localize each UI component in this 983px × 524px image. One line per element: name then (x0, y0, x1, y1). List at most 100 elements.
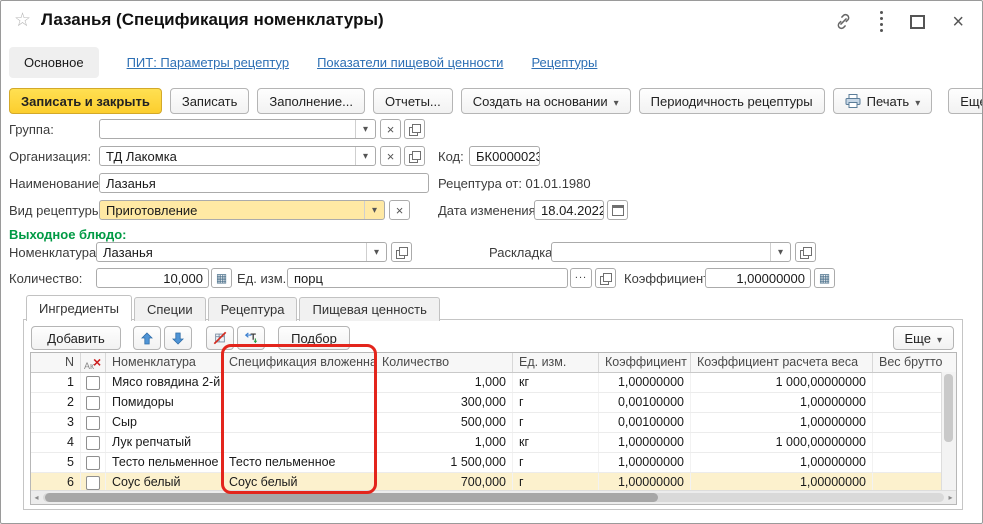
open-icon (396, 247, 407, 258)
unit-select-button[interactable] (570, 268, 592, 288)
dropdown-icon[interactable] (355, 147, 375, 165)
scroll-right-icon[interactable] (945, 491, 956, 504)
group-open-button[interactable] (404, 119, 425, 139)
tab-recipe[interactable]: Рецептура (208, 297, 298, 321)
header-spec[interactable]: Спецификация вложенная (223, 353, 376, 372)
table-row[interactable]: 2 Помидоры 300,000 г 0,00100000 1,000000… (31, 393, 956, 413)
recipe-kind-clear-button[interactable] (389, 200, 410, 220)
row-checkbox[interactable] (86, 456, 100, 470)
group-clear-button[interactable] (380, 119, 401, 139)
change-date-calendar-button[interactable] (607, 200, 628, 220)
toggle-spec-icon (213, 330, 227, 346)
save-button[interactable]: Записать (170, 88, 250, 114)
vertical-scrollbar[interactable] (941, 372, 956, 490)
unit-open-button[interactable] (595, 268, 616, 288)
tab-nutrition[interactable]: Пищевая ценность (299, 297, 439, 321)
pick-button[interactable]: Подбор (278, 326, 350, 350)
fill-button[interactable]: Заполнение... (257, 88, 365, 114)
header-weight-coefficient[interactable]: Коэффициент расчета веса (691, 353, 873, 372)
link-icon[interactable] (834, 12, 853, 31)
close-icon[interactable] (952, 14, 964, 30)
nomenclature-open-button[interactable] (391, 242, 412, 262)
nav-tab-main[interactable]: Основное (9, 47, 99, 78)
page-title: Лазанья (Спецификация номенклатуры) (41, 10, 384, 30)
coefficient-calculator-button[interactable] (814, 268, 835, 288)
horizontal-scrollbar-thumb[interactable] (45, 493, 658, 502)
group-field[interactable] (99, 119, 376, 139)
favorite-star-icon[interactable] (14, 9, 31, 32)
table-row[interactable]: 5 Тесто пельменное Тесто пельменное 1 50… (31, 453, 956, 473)
recipe-kind-label: Вид рецептуры: (9, 203, 105, 218)
layout-field[interactable] (551, 242, 791, 262)
table-more-button[interactable]: Еще (893, 326, 954, 350)
row-checkbox[interactable] (86, 436, 100, 450)
tab-ingredients[interactable]: Ингредиенты (26, 295, 132, 321)
move-down-button[interactable] (164, 326, 192, 350)
dropdown-icon[interactable] (364, 201, 384, 219)
code-field[interactable]: БК0000023 (469, 146, 540, 166)
header-quantity[interactable]: Количество (376, 353, 513, 372)
save-and-close-button[interactable]: Записать и закрыть (9, 88, 162, 114)
detail-tabs: Ингредиенты Специи Рецептура Пищевая цен… (26, 295, 442, 321)
organization-clear-button[interactable] (380, 146, 401, 166)
quantity-label: Количество: (9, 271, 82, 286)
tab-spices[interactable]: Специи (134, 297, 206, 321)
add-row-button[interactable]: Добавить (31, 326, 121, 350)
dropdown-icon[interactable] (770, 243, 790, 261)
printer-icon (845, 94, 861, 108)
name-label: Наименование: (9, 176, 103, 191)
header-unit[interactable]: Ед. изм. (513, 353, 599, 372)
recipe-periodicity-button[interactable]: Периодичность рецептуры (639, 88, 825, 114)
chevron-down-icon (915, 94, 920, 109)
recalculate-icon (244, 330, 258, 346)
header-n[interactable]: N (31, 353, 81, 372)
row-checkbox[interactable] (86, 376, 100, 390)
organization-field[interactable]: ТД Лакомка (99, 146, 376, 166)
scroll-left-icon[interactable] (31, 491, 42, 504)
row-checkbox[interactable] (86, 396, 100, 410)
print-button[interactable]: Печать (833, 88, 933, 114)
vertical-scrollbar-thumb[interactable] (944, 374, 953, 442)
table-row[interactable]: 4 Лук репчатый 1,000 кг 1,00000000 1 000… (31, 433, 956, 453)
table-row[interactable]: 1 Мясо говядина 2-й со… 1,000 кг 1,00000… (31, 373, 956, 393)
nav-link-pit-parameters[interactable]: ПИТ: Параметры рецептур (127, 55, 289, 70)
horizontal-scrollbar[interactable] (31, 490, 956, 504)
name-field[interactable]: Лазанья (99, 173, 429, 193)
create-based-on-button[interactable]: Создать на основании (461, 88, 631, 114)
unit-field[interactable]: порц (287, 268, 568, 288)
move-up-button[interactable] (133, 326, 161, 350)
quantity-field[interactable]: 10,000 (96, 268, 209, 288)
header-gross-weight[interactable]: Вес брутто, г (873, 353, 942, 372)
more-actions-button[interactable]: Еще (948, 88, 983, 114)
recipe-kind-field[interactable]: Приготовление (99, 200, 385, 220)
nav-link-recipes[interactable]: Рецептуры (531, 55, 597, 70)
nomenclature-field[interactable]: Лазанья (96, 242, 387, 262)
ingredients-table: N Номенклатура Спецификация вложенная Ко… (30, 352, 957, 505)
quantity-calculator-button[interactable] (211, 268, 232, 288)
row-checkbox[interactable] (86, 476, 100, 490)
maximize-icon[interactable] (910, 15, 925, 29)
header-analogs[interactable] (81, 353, 106, 372)
coefficient-field[interactable]: 1,00000000 (705, 268, 811, 288)
dropdown-icon[interactable] (355, 120, 375, 138)
change-date-field[interactable]: 18.04.2022 (534, 200, 604, 220)
coefficient-label: Коэффициент: (624, 271, 713, 286)
table-toolbar: Добавить (31, 325, 954, 351)
organization-label: Организация: (9, 149, 91, 164)
table-header-row: N Номенклатура Спецификация вложенная Ко… (31, 353, 956, 373)
toggle-spec-column-button[interactable] (206, 326, 234, 350)
recalculate-units-button[interactable] (237, 326, 265, 350)
header-nomenclature[interactable]: Номенклатура (106, 353, 223, 372)
title-bar: Лазанья (Спецификация номенклатуры) (1, 1, 982, 43)
header-coefficient[interactable]: Коэффициент (599, 353, 691, 372)
dropdown-icon[interactable] (366, 243, 386, 261)
reports-button[interactable]: Отчеты... (373, 88, 453, 114)
row-checkbox[interactable] (86, 416, 100, 430)
organization-open-button[interactable] (404, 146, 425, 166)
analogs-forbidden-icon (84, 356, 102, 370)
nomenclature-label: Номенклатура: (9, 245, 100, 260)
layout-open-button[interactable] (795, 242, 816, 262)
more-menu-icon[interactable] (880, 17, 883, 20)
nav-link-nutrition-indicators[interactable]: Показатели пищевой ценности (317, 55, 503, 70)
table-row[interactable]: 3 Сыр 500,000 г 0,00100000 1,00000000 (31, 413, 956, 433)
